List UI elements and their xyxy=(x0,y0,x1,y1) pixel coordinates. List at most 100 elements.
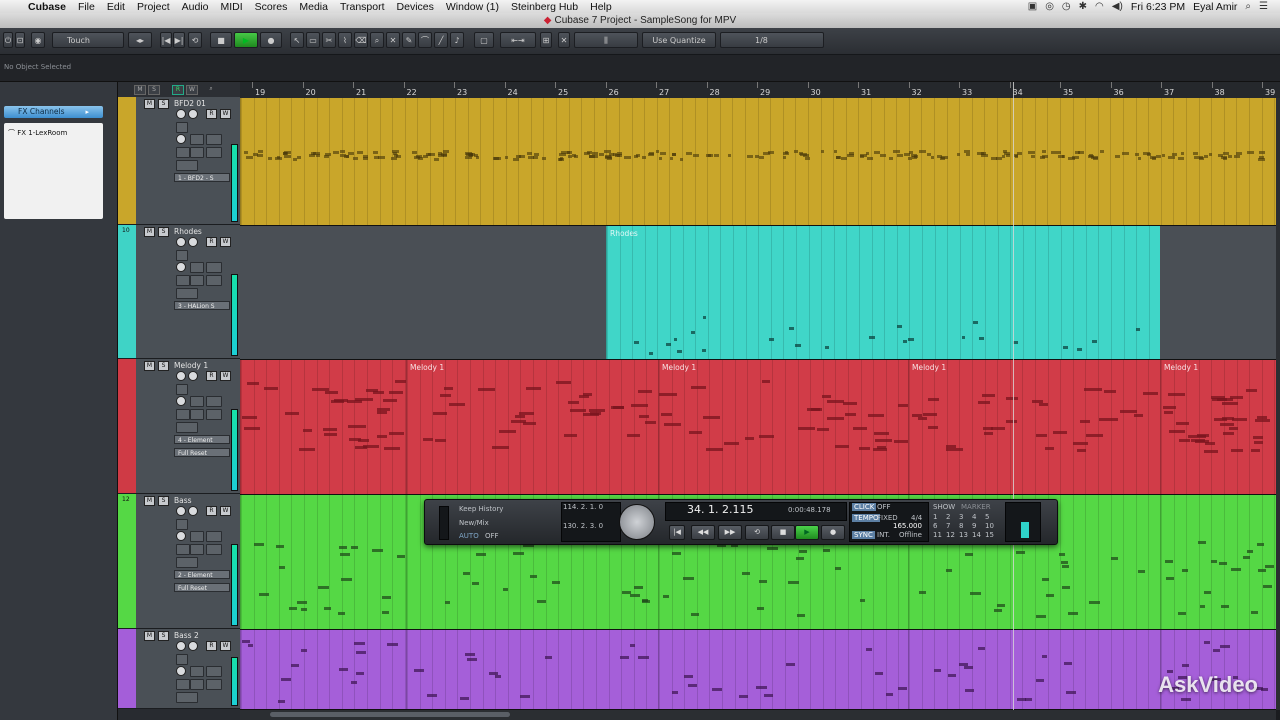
track-name[interactable]: BFD2 01 xyxy=(174,99,206,108)
read-automation-button[interactable]: R xyxy=(206,506,217,516)
timebase-button[interactable] xyxy=(206,147,222,158)
menu-devices[interactable]: Devices xyxy=(397,1,434,13)
fx-channel-item[interactable]: ⌒ FX 1-LexRoom xyxy=(8,128,67,138)
read-automation-button[interactable]: R xyxy=(206,641,217,651)
instrument-edit-button[interactable] xyxy=(176,409,190,420)
fast-forward-button[interactable]: ▶▶ xyxy=(718,525,742,540)
time-warp-tool-icon[interactable]: ⌒ xyxy=(418,32,432,48)
track-lane[interactable] xyxy=(240,630,1276,710)
track-preset-button[interactable] xyxy=(206,262,222,273)
fx-channels-folder-header[interactable]: FX Channels ▸ xyxy=(4,106,103,118)
vertical-scrollbar[interactable] xyxy=(1276,98,1280,710)
menubar-clock[interactable]: Fri 6:23 PM xyxy=(1131,1,1185,13)
timebase-button[interactable] xyxy=(206,275,222,286)
instrument-edit-button[interactable] xyxy=(176,147,190,158)
lock-button[interactable] xyxy=(190,544,204,555)
midi-part[interactable] xyxy=(406,630,660,709)
mute-button[interactable]: M xyxy=(144,361,155,371)
track-list-mute-all-button[interactable]: M xyxy=(134,85,146,95)
transport-cycle-button[interactable]: ⟲ xyxy=(745,525,769,540)
record-enable-button[interactable] xyxy=(188,109,198,119)
track-lane[interactable]: Melody 1 Melody 1 Melody 1 Melody 1 xyxy=(240,360,1276,495)
primary-time-display[interactable]: 34. 1. 2.115 xyxy=(687,503,753,516)
sync-icon[interactable]: ◎ xyxy=(1045,1,1054,12)
midi-part[interactable] xyxy=(240,495,406,629)
marker-button[interactable]: 1 xyxy=(933,513,937,521)
record-enable-button[interactable] xyxy=(188,506,198,516)
midi-part[interactable]: Melody 1 xyxy=(406,360,660,494)
record-mode-label[interactable]: New/Mix xyxy=(459,519,489,527)
timebase-button[interactable] xyxy=(206,409,222,420)
wifi-icon[interactable]: ◠ xyxy=(1095,1,1104,12)
menu-audio[interactable]: Audio xyxy=(182,1,209,13)
instrument-edit-button[interactable] xyxy=(176,275,190,286)
write-automation-button[interactable]: W xyxy=(220,641,231,651)
read-automation-button[interactable]: R xyxy=(206,371,217,381)
marker-button[interactable]: 2 xyxy=(946,513,950,521)
monitor-button[interactable] xyxy=(176,371,186,381)
monitor-button[interactable] xyxy=(176,237,186,247)
quantize-presets-select[interactable]: 1/8 xyxy=(720,32,824,48)
track-lane[interactable]: Rhodes xyxy=(240,226,1276,360)
timebase-button[interactable] xyxy=(206,544,222,555)
use-quantize-button[interactable]: Use Quantize xyxy=(642,32,716,48)
lane-button[interactable] xyxy=(176,396,186,406)
midi-part[interactable] xyxy=(658,630,908,709)
freeze-button[interactable] xyxy=(190,134,204,145)
menu-media[interactable]: Media xyxy=(299,1,328,13)
object-selection-tool-icon[interactable]: ↖ xyxy=(290,32,304,48)
mute-button[interactable]: M xyxy=(144,631,155,641)
event-display[interactable]: Rhodes Melody 1 Melody 1 Melody 1 Melody 1 xyxy=(240,98,1276,710)
marker-button[interactable]: 13 xyxy=(959,531,968,539)
track-list-solo-all-button[interactable]: S xyxy=(148,85,160,95)
rewind-button[interactable]: ◀◀ xyxy=(691,525,715,540)
midi-part[interactable]: Rhodes xyxy=(606,226,1160,359)
edit-channel-button[interactable] xyxy=(176,654,188,665)
left-locator-value[interactable]: 114. 2. 1. 0 xyxy=(563,503,603,511)
right-locator-value[interactable]: 130. 2. 3. 0 xyxy=(563,522,603,530)
midi-part[interactable]: Melody 1 xyxy=(658,360,910,494)
glue-tool-icon[interactable]: ⌇ xyxy=(338,32,352,48)
solo-button[interactable]: S xyxy=(158,496,169,506)
snap-type-button[interactable]: ✕ xyxy=(558,32,570,48)
write-automation-button[interactable]: W xyxy=(220,109,231,119)
track-list-search-icon[interactable]: ⌕ xyxy=(206,85,216,93)
monitor-button[interactable] xyxy=(176,109,186,119)
edit-channel-button[interactable] xyxy=(176,122,188,133)
midi-channel-field[interactable] xyxy=(176,422,198,433)
midi-channel-field[interactable] xyxy=(176,692,198,703)
transport-record-button[interactable]: ● xyxy=(821,525,845,540)
bluetooth-icon[interactable]: ✱ xyxy=(1079,1,1087,12)
activate-project-button[interactable]: ⏻ xyxy=(3,32,13,48)
marker-button[interactable]: 14 xyxy=(972,531,981,539)
solo-button[interactable]: S xyxy=(158,99,169,109)
track-header[interactable]: M S Melody 1RW 4 - Element Full Reset xyxy=(118,359,240,494)
lock-button[interactable] xyxy=(190,679,204,690)
menu-cubase[interactable]: Cubase xyxy=(28,1,66,13)
auto-quantize-label[interactable]: AUTO xyxy=(459,532,479,540)
lane-button[interactable] xyxy=(176,134,186,144)
solo-button[interactable]: S xyxy=(158,361,169,371)
menu-midi[interactable]: MIDI xyxy=(221,1,243,13)
marker-button[interactable]: 10 xyxy=(985,522,994,530)
track-header[interactable]: M S Bass R W 12 2 - Element Full Reset xyxy=(118,494,240,629)
folder-arrow-icon[interactable]: ▸ xyxy=(85,106,89,118)
erase-tool-icon[interactable]: ⌫ xyxy=(354,32,368,48)
media-bay-button[interactable]: ◉ xyxy=(31,32,45,48)
notification-list-icon[interactable]: ☰ xyxy=(1259,1,1268,12)
stop-button[interactable]: ■ xyxy=(210,32,232,48)
menu-scores[interactable]: Scores xyxy=(255,1,288,13)
marker-button[interactable]: 8 xyxy=(959,522,963,530)
click-button[interactable]: CLICK xyxy=(852,503,877,511)
zoom-tool-icon[interactable]: ⌕ xyxy=(370,32,384,48)
record-enable-button[interactable] xyxy=(188,237,198,247)
midi-part[interactable] xyxy=(240,360,407,494)
menu-edit[interactable]: Edit xyxy=(107,1,125,13)
track-list-read-all-button[interactable]: R xyxy=(172,85,184,95)
record-enable-button[interactable] xyxy=(188,641,198,651)
play-tool-icon[interactable]: ♪ xyxy=(450,32,464,48)
edit-channel-button[interactable] xyxy=(176,519,188,530)
color-tool-icon[interactable]: ▢ xyxy=(474,32,494,48)
program-preset-field[interactable]: Full Reset xyxy=(174,448,230,457)
track-header[interactable]: M S Rhodes R W 10 3 - HALion S xyxy=(118,225,240,359)
